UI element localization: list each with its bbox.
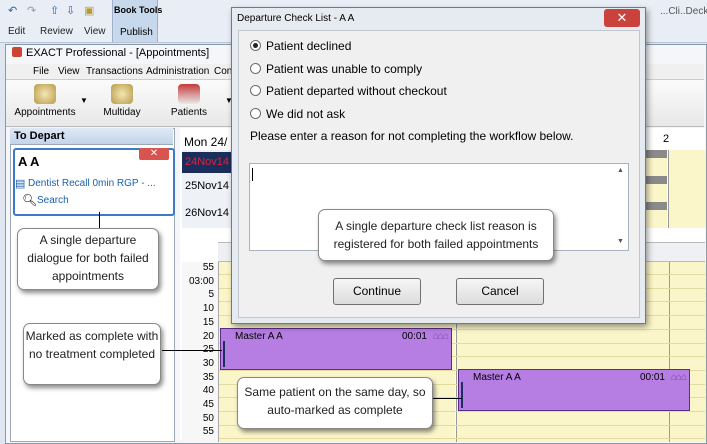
menu-view[interactable]: View	[58, 66, 80, 77]
menu-file[interactable]: File	[33, 66, 49, 77]
status-icons: ⌂⌂⌂	[432, 331, 449, 342]
callout-leader	[99, 212, 100, 228]
radio-icon[interactable]	[250, 108, 261, 119]
menu-administration[interactable]: Administration	[146, 66, 209, 77]
dialog-title: Departure Check List - A A	[237, 13, 355, 24]
time-label: 55	[202, 426, 214, 438]
tab-view[interactable]: View	[84, 26, 106, 40]
column-strip	[668, 150, 706, 228]
multiday-icon	[111, 84, 133, 104]
reason-prompt: Please enter a reason for not completing…	[250, 129, 574, 143]
appointment-duration: 00:01	[401, 331, 427, 342]
to-depart-header: To Depart	[10, 128, 173, 145]
appointment-block[interactable]: Master A A 00:01 ⌂⌂⌂	[220, 328, 452, 370]
continue-button[interactable]: Continue	[333, 278, 421, 305]
menu-transactions[interactable]: Transactions	[86, 66, 143, 77]
option-label: We did not ask	[266, 107, 346, 121]
patients-icon	[178, 84, 200, 104]
option-departed-without-checkout[interactable]: Patient departed without checkout	[250, 83, 447, 99]
time-label: 30	[202, 357, 214, 369]
clipped-window-title: ...Cli..Deck...	[660, 6, 707, 17]
text-caret	[252, 168, 253, 181]
appointments-icon	[34, 84, 56, 104]
appointment-label: Master A A	[473, 372, 521, 383]
appointment-duration: 00:01	[639, 372, 665, 383]
date-row-selected[interactable]: 24Nov14	[182, 152, 232, 173]
time-label: 03:00	[188, 275, 214, 287]
time-gridline	[219, 438, 705, 440]
undo-icon[interactable]: ↶	[8, 6, 19, 17]
tab-review[interactable]: Review	[40, 26, 73, 40]
option-label: Patient departed without checkout	[266, 84, 447, 98]
menu-con[interactable]: Con	[214, 66, 232, 77]
option-did-not-ask[interactable]: We did not ask	[250, 106, 345, 122]
radio-selected-icon[interactable]	[250, 40, 261, 51]
time-label: 5	[208, 289, 214, 301]
time-label: 35	[202, 371, 214, 383]
appointments-label: Appointments	[14, 107, 76, 118]
arrow-up-icon[interactable]: ⇧	[50, 6, 61, 17]
appointments-button[interactable]: Appointments	[14, 84, 76, 122]
time-label: 55	[202, 262, 214, 273]
callout-auto-marked: Same patient on the same day, so auto-ma…	[237, 377, 433, 429]
close-icon[interactable]: ✕	[139, 148, 169, 160]
appointment-link[interactable]: Dentist Recall 0min RGP - ...	[28, 178, 156, 189]
schedule-column[interactable]	[669, 262, 706, 442]
multiday-label: Multiday	[103, 107, 141, 118]
calendar-header-date: Mon 24/	[184, 135, 228, 149]
option-label: Patient was unable to comply	[266, 62, 423, 76]
option-label: Patient declined	[266, 39, 352, 53]
callout-marked-complete: Marked as complete with no treatment com…	[23, 323, 161, 385]
time-label: 20	[202, 330, 214, 342]
time-label: 15	[202, 316, 214, 328]
folder-icon[interactable]: ▣	[84, 6, 95, 17]
app-title: EXACT Professional - [Appointments]	[26, 47, 210, 59]
multiday-button[interactable]: Multiday	[100, 84, 144, 122]
close-icon[interactable]: ✕	[604, 9, 640, 27]
patients-label: Patients	[170, 107, 208, 118]
arrow-down-icon[interactable]: ⇩	[66, 6, 77, 17]
app-logo-icon	[12, 47, 22, 57]
option-patient-declined[interactable]: Patient declined	[250, 38, 351, 54]
appointment-marker	[461, 382, 463, 408]
time-label: 50	[202, 412, 214, 424]
option-unable-to-comply[interactable]: Patient was unable to comply	[250, 61, 422, 77]
redo-icon[interactable]: ↷	[27, 6, 38, 17]
tab-publish[interactable]: Publish	[120, 27, 153, 38]
scroll-up-icon[interactable]: ▲	[617, 167, 624, 174]
radio-icon[interactable]	[250, 85, 261, 96]
patient-name: A A	[18, 154, 40, 169]
cancel-button[interactable]: Cancel	[456, 278, 544, 305]
clipboard-icon: ▤	[15, 178, 26, 190]
date-row[interactable]: 25Nov14	[182, 176, 232, 197]
callout-single-reason: A single departure check list reason is …	[318, 209, 554, 261]
tab-edit[interactable]: Edit	[8, 26, 25, 40]
callout-single-dialogue: A single departure dialogue for both fai…	[17, 228, 159, 290]
time-label: 40	[202, 385, 214, 397]
column-number: 2	[663, 133, 670, 145]
appointment-block[interactable]: Master A A 00:01 ⌂⌂⌂	[458, 369, 690, 411]
radio-icon[interactable]	[250, 63, 261, 74]
book-tools-label: Book Tools	[114, 5, 163, 15]
search-icon[interactable]: 🔍︎	[22, 193, 37, 207]
scroll-down-icon[interactable]: ▼	[617, 238, 624, 245]
time-label: 10	[202, 303, 214, 315]
search-link[interactable]: Search	[37, 195, 69, 206]
appointment-label: Master A A	[235, 331, 283, 342]
callout-leader	[162, 350, 222, 351]
callout-leader	[432, 398, 462, 399]
time-label: 45	[202, 399, 214, 410]
patients-button[interactable]: Patients	[168, 84, 210, 122]
dropdown-arrow-icon[interactable]: ▼	[80, 96, 88, 105]
appointment-marker	[223, 341, 225, 367]
status-icons: ⌂⌂⌂	[670, 372, 687, 383]
column-strip	[645, 150, 667, 228]
date-row[interactable]: 26Nov14	[182, 203, 232, 224]
